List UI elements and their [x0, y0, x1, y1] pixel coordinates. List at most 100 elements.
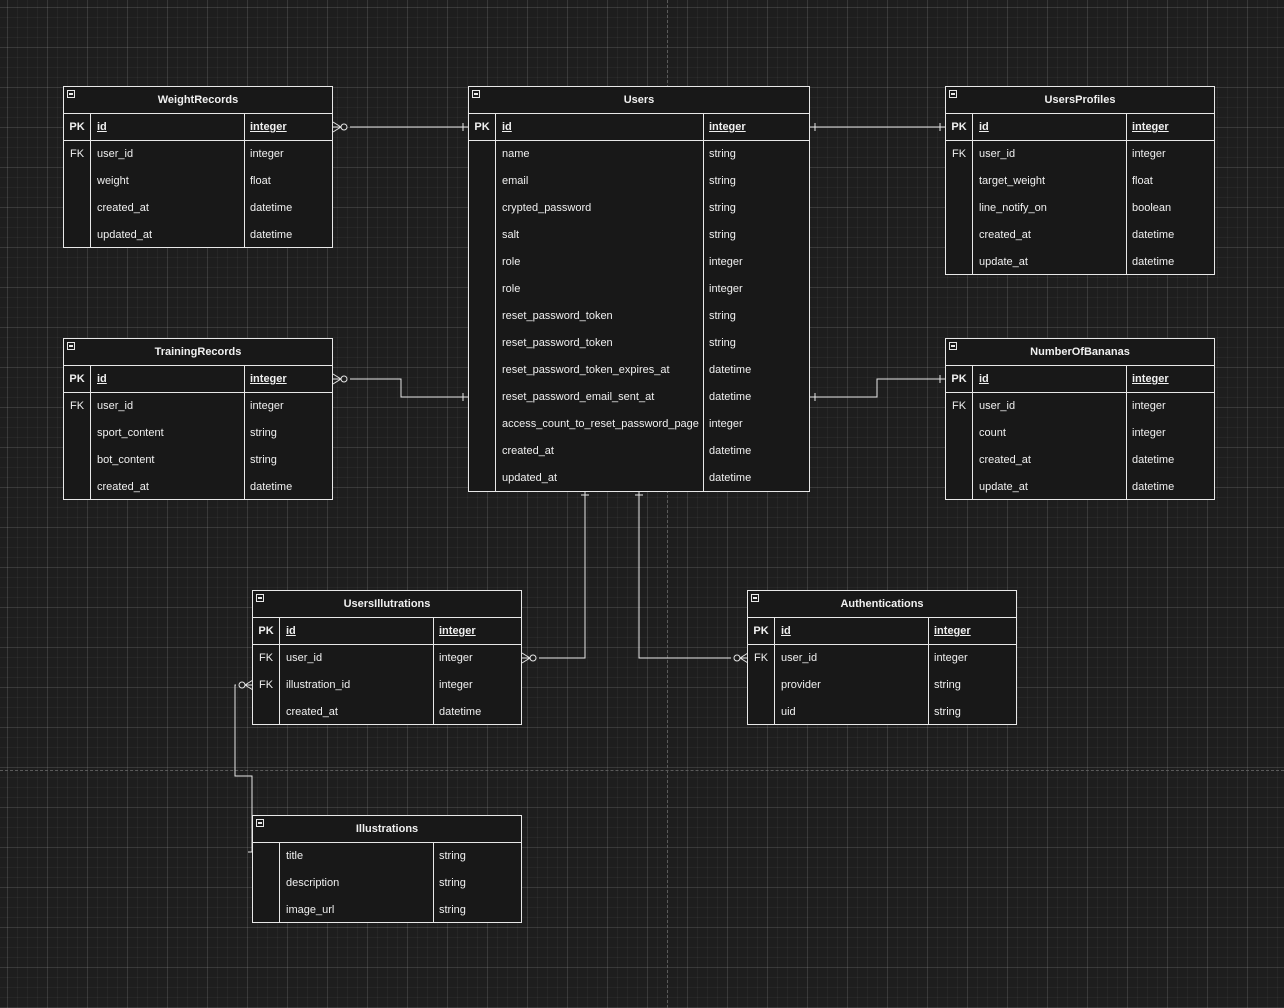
field-row[interactable]: image_url string	[253, 897, 521, 924]
field-row[interactable]: created_at datetime	[64, 474, 332, 501]
field-row[interactable]: created_at datetime	[946, 222, 1214, 249]
field-row[interactable]: crypted_password string	[469, 195, 809, 222]
field-row[interactable]: FK user_id integer	[946, 141, 1214, 168]
field-type: string	[709, 148, 736, 160]
field-type: integer	[1132, 148, 1166, 160]
field-name: description	[286, 877, 340, 889]
entity-usersprofiles[interactable]: UsersProfiles PK id integer FK user_id int…	[945, 86, 1215, 275]
key-cell	[748, 699, 774, 726]
field-row[interactable]: created_at datetime	[946, 447, 1214, 474]
entity-numberofbananas[interactable]: NumberOfBananas PK id integer FK user_id i…	[945, 338, 1215, 500]
field-type: integer	[709, 256, 743, 268]
field-name: role	[502, 283, 521, 295]
relationship-users-usersillutrations[interactable]	[521, 491, 589, 664]
field-type: datetime	[709, 445, 752, 457]
field-row[interactable]: access_count_to_reset_password_page integ…	[469, 411, 809, 438]
diagram-canvas[interactable]: WeightRecords PK id integer FK user_id int…	[0, 0, 1284, 1008]
relationship-users-usersprofiles[interactable]	[810, 123, 945, 131]
field-row[interactable]: reset_password_token string	[469, 330, 809, 357]
field-row[interactable]: provider string	[748, 672, 1016, 699]
field-row[interactable]: FK user_id integer	[946, 393, 1214, 420]
field-row[interactable]: description string	[253, 870, 521, 897]
field-row[interactable]: created_at datetime	[253, 699, 521, 726]
entity-title: UsersIllutrations	[343, 598, 431, 610]
entity-usersillutrations[interactable]: UsersIllutrations PK id integer FK user_i…	[252, 590, 522, 725]
field-row[interactable]: sport_content string	[64, 420, 332, 447]
field-row[interactable]: updated_at datetime	[64, 222, 332, 249]
field-row[interactable]: reset_password_token_expires_at datetime	[469, 357, 809, 384]
key-cell: FK	[753, 652, 769, 664]
collapse-icon[interactable]	[472, 90, 480, 98]
field-type: datetime	[250, 481, 293, 493]
field-row[interactable]: reset_password_token string	[469, 303, 809, 330]
pk-row[interactable]: PK id integer	[946, 114, 1214, 141]
field-row[interactable]: title string	[253, 843, 521, 870]
field-row[interactable]: FK user_id integer	[64, 141, 332, 168]
field-type: string	[934, 679, 961, 691]
field-name: update_at	[979, 256, 1028, 268]
field-row[interactable]: count integer	[946, 420, 1214, 447]
field-row[interactable]: FK illustration_id integer	[253, 672, 521, 699]
entity-title: Illustrations	[355, 823, 419, 835]
field-row[interactable]: salt string	[469, 222, 809, 249]
pk-row[interactable]: PK id integer	[748, 618, 1016, 645]
pk-row[interactable]: PK id integer	[253, 618, 521, 645]
field-row[interactable]: uid string	[748, 699, 1016, 726]
entity-users[interactable]: Users PK id integer name string email stri…	[468, 86, 810, 492]
field-type: integer	[709, 283, 743, 295]
key-cell: FK	[258, 679, 274, 691]
entity-illustrations[interactable]: Illustrations title string description str…	[252, 815, 522, 923]
field-row[interactable]: reset_password_email_sent_at datetime	[469, 384, 809, 411]
field-name: provider	[781, 679, 821, 691]
key-cell: FK	[951, 400, 967, 412]
field-row[interactable]: update_at datetime	[946, 474, 1214, 501]
field-row[interactable]: role integer	[469, 249, 809, 276]
collapse-icon[interactable]	[751, 594, 759, 602]
field-type: integer	[709, 418, 743, 430]
collapse-icon[interactable]	[256, 594, 264, 602]
collapse-icon[interactable]	[256, 819, 264, 827]
field-type: integer	[1132, 373, 1169, 385]
field-row[interactable]: created_at datetime	[64, 195, 332, 222]
field-row[interactable]: FK user_id integer	[253, 645, 521, 672]
field-row[interactable]: update_at datetime	[946, 249, 1214, 276]
pk-row[interactable]: PK id integer	[946, 366, 1214, 393]
field-type: string	[709, 175, 736, 187]
relationship-users-authentications[interactable]	[635, 491, 749, 664]
field-row[interactable]: target_weight float	[946, 168, 1214, 195]
key-cell	[946, 222, 972, 249]
field-row[interactable]: bot_content string	[64, 447, 332, 474]
field-row[interactable]: email string	[469, 168, 809, 195]
pk-row[interactable]: PK id integer	[64, 366, 332, 393]
entity-weightrecords[interactable]: WeightRecords PK id integer FK user_id int…	[63, 86, 333, 248]
collapse-icon[interactable]	[949, 342, 957, 350]
field-name: bot_content	[97, 454, 155, 466]
relationship-users-weightrecords[interactable]	[332, 121, 468, 133]
field-row[interactable]: weight float	[64, 168, 332, 195]
field-row[interactable]: line_notify_on boolean	[946, 195, 1214, 222]
collapse-icon[interactable]	[67, 342, 75, 350]
entity-header: UsersIllutrations	[253, 591, 521, 618]
field-name: access_count_to_reset_password_page	[502, 418, 699, 430]
field-name: role	[502, 256, 521, 268]
entity-authentications[interactable]: Authentications PK id integer FK user_id i…	[747, 590, 1017, 725]
field-type: integer	[709, 121, 746, 133]
field-row[interactable]: name string	[469, 141, 809, 168]
relationship-users-numberofbananas[interactable]	[810, 375, 945, 401]
key-cell: FK	[69, 148, 85, 160]
entity-trainingrecords[interactable]: TrainingRecords PK id integer FK user_id i…	[63, 338, 333, 500]
collapse-icon[interactable]	[949, 90, 957, 98]
field-type: integer	[934, 625, 971, 637]
pk-row[interactable]: PK id integer	[64, 114, 332, 141]
field-row[interactable]: FK user_id integer	[64, 393, 332, 420]
field-row[interactable]: updated_at datetime	[469, 465, 809, 492]
collapse-icon[interactable]	[67, 90, 75, 98]
pk-row[interactable]: PK id integer	[469, 114, 809, 141]
field-row[interactable]: created_at datetime	[469, 438, 809, 465]
relationship-users-trainingrecords[interactable]	[332, 373, 468, 401]
field-name: id	[502, 121, 512, 133]
field-name: id	[979, 373, 989, 385]
field-row[interactable]: FK user_id integer	[748, 645, 1016, 672]
field-row[interactable]: role integer	[469, 276, 809, 303]
field-name: user_id	[97, 148, 134, 160]
